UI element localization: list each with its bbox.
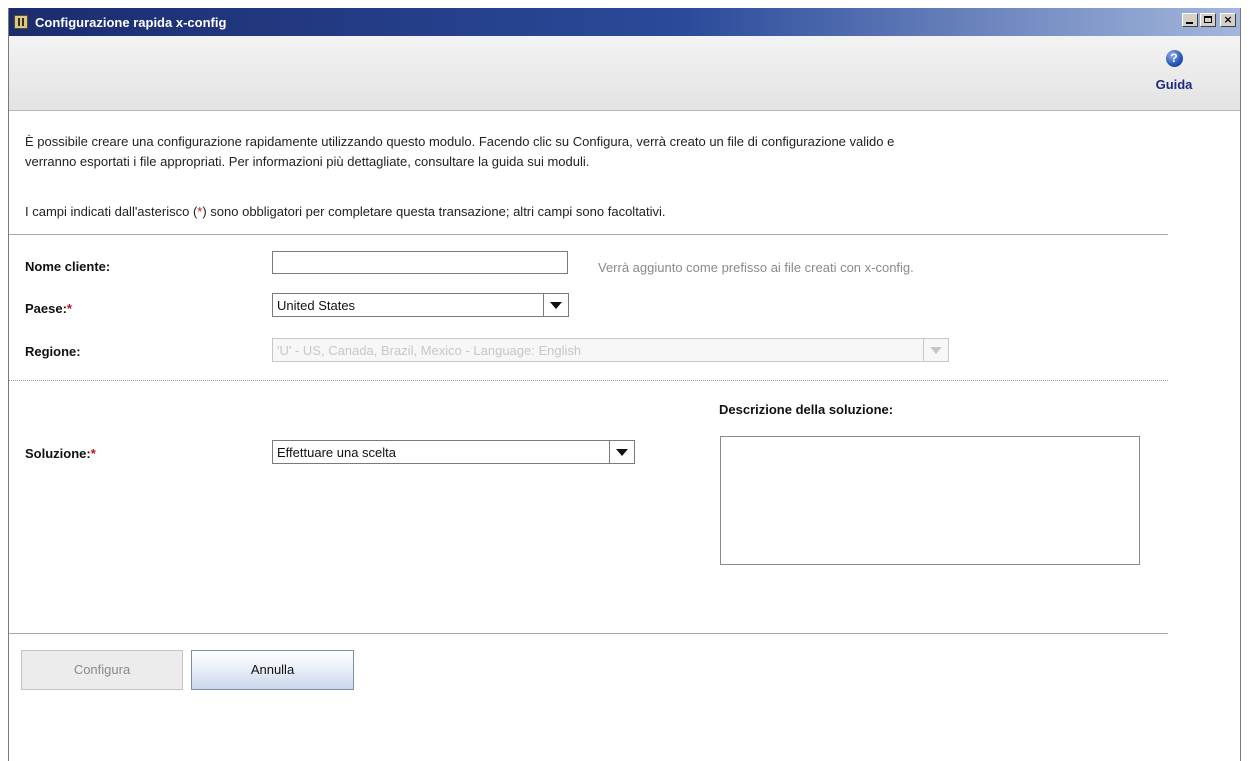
country-required-star: * [66, 301, 72, 316]
maximize-icon [1204, 16, 1212, 23]
customer-name-hint: Verrà aggiunto come prefisso ai file cre… [598, 260, 914, 275]
region-label: Regione: [25, 344, 81, 359]
chevron-down-icon[interactable] [609, 441, 634, 463]
region-select-value: 'U' - US, Canada, Brazil, Mexico - Langu… [277, 343, 582, 358]
solution-description-box[interactable] [720, 436, 1140, 565]
x-config-window: Configurazione rapida x-config × ? Guida… [8, 8, 1241, 761]
minimize-button[interactable] [1182, 13, 1198, 27]
country-label-text: Paese: [25, 301, 67, 316]
configure-button[interactable]: Configura [21, 650, 183, 690]
intro-line-2: verranno esportati i file appropriati. P… [25, 154, 590, 169]
section-divider-bottom [9, 633, 1168, 634]
customer-name-input[interactable] [272, 251, 568, 274]
close-button[interactable]: × [1220, 13, 1236, 27]
minimize-icon [1186, 22, 1193, 24]
solution-description-label: Descrizione della soluzione: [719, 402, 894, 417]
solution-label: Soluzione:* [25, 446, 96, 461]
required-note-after: ) sono obbligatori per completare questa… [202, 204, 666, 219]
close-icon: × [1223, 13, 1233, 26]
region-select: 'U' - US, Canada, Brazil, Mexico - Langu… [272, 338, 949, 362]
country-label: Paese:* [25, 301, 72, 316]
chevron-down-icon[interactable] [543, 294, 568, 316]
solution-required-star: * [90, 446, 96, 461]
toolbar: ? Guida [9, 36, 1240, 111]
window-title: Configurazione rapida x-config [35, 15, 227, 30]
country-select[interactable]: United States [272, 293, 569, 317]
customer-name-label: Nome cliente: [25, 259, 111, 274]
help-question-icon: ? [1165, 50, 1183, 67]
intro-text: È possibile creare una configurazione ra… [25, 132, 1175, 172]
maximize-button[interactable] [1200, 13, 1216, 27]
country-select-value: United States [277, 298, 356, 313]
required-fields-note: I campi indicati dall'asterisco (*) sono… [25, 204, 666, 219]
help-button[interactable]: ? Guida [1144, 50, 1204, 92]
help-label: Guida [1155, 77, 1193, 92]
app-icon [14, 15, 28, 29]
chevron-down-icon [923, 339, 948, 361]
title-bar[interactable]: Configurazione rapida x-config × [9, 8, 1240, 36]
required-note-before: I campi indicati dall'asterisco ( [25, 204, 198, 219]
section-divider-top [9, 234, 1168, 235]
solution-select-value: Effettuare una scelta [277, 445, 397, 460]
solution-select[interactable]: Effettuare una scelta [272, 440, 635, 464]
intro-line-1: È possibile creare una configurazione ra… [25, 134, 895, 149]
solution-label-text: Soluzione: [25, 446, 91, 461]
section-divider-dotted [9, 380, 1168, 381]
cancel-button[interactable]: Annulla [191, 650, 354, 690]
